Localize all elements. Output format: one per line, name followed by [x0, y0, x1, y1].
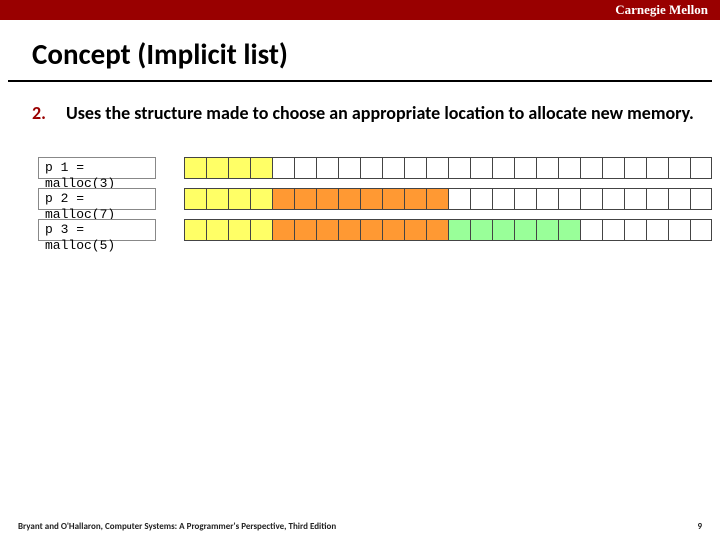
yellow-cell [206, 219, 228, 241]
yellow-cell [184, 157, 206, 179]
empty-cell [580, 219, 602, 241]
green-cell [492, 219, 514, 241]
list-number: 2. [24, 102, 66, 125]
list-item: 2. Uses the structure made to choose an … [24, 102, 696, 125]
slide-title: Concept (Implicit list) [8, 20, 712, 82]
empty-cell [536, 157, 558, 179]
orange-cell [404, 188, 426, 210]
yellow-cell [250, 188, 272, 210]
empty-cell [646, 157, 668, 179]
empty-cell [558, 188, 580, 210]
green-cell [536, 219, 558, 241]
empty-cell [294, 157, 316, 179]
empty-cell [602, 219, 624, 241]
orange-cell [316, 219, 338, 241]
yellow-cell [206, 157, 228, 179]
empty-cell [470, 188, 492, 210]
orange-cell [426, 219, 448, 241]
empty-cell [316, 157, 338, 179]
empty-cell [668, 157, 690, 179]
empty-cell [382, 157, 404, 179]
footer-credit: Bryant and O'Hallaron, Computer Systems:… [18, 521, 336, 532]
empty-cell [448, 157, 470, 179]
empty-cell [690, 157, 712, 179]
empty-cell [448, 188, 470, 210]
empty-cell [668, 188, 690, 210]
yellow-cell [184, 188, 206, 210]
empty-cell [360, 157, 382, 179]
list-text: Uses the structure made to choose an app… [66, 102, 694, 125]
cell-strip [184, 157, 712, 179]
yellow-cell [184, 219, 206, 241]
empty-cell [624, 219, 646, 241]
empty-cell [514, 157, 536, 179]
yellow-cell [228, 157, 250, 179]
malloc-label: p 2 = malloc(7) [38, 188, 156, 210]
orange-cell [360, 219, 382, 241]
empty-cell [690, 219, 712, 241]
empty-cell [624, 188, 646, 210]
malloc-diagram: p 1 = malloc(3) p 2 = malloc(7) p 3 = mall… [24, 149, 696, 241]
empty-cell [646, 188, 668, 210]
content-area: 2. Uses the structure made to choose an … [0, 82, 720, 241]
orange-cell [382, 219, 404, 241]
malloc-label: p 1 = malloc(3) [38, 157, 156, 179]
empty-cell [492, 157, 514, 179]
empty-cell [668, 219, 690, 241]
orange-cell [338, 219, 360, 241]
yellow-cell [228, 188, 250, 210]
empty-cell [602, 188, 624, 210]
empty-cell [602, 157, 624, 179]
cell-strip [184, 219, 712, 241]
empty-cell [580, 157, 602, 179]
green-cell [448, 219, 470, 241]
empty-cell [558, 157, 580, 179]
orange-cell [294, 188, 316, 210]
malloc-row: p 3 = malloc(5) [38, 219, 696, 241]
orange-cell [294, 219, 316, 241]
footer: Bryant and O'Hallaron, Computer Systems:… [0, 521, 720, 532]
yellow-cell [250, 219, 272, 241]
malloc-row: p 1 = malloc(3) [38, 157, 696, 179]
empty-cell [624, 157, 646, 179]
green-cell [558, 219, 580, 241]
empty-cell [492, 188, 514, 210]
orange-cell [338, 188, 360, 210]
yellow-cell [206, 188, 228, 210]
org-name: Carnegie Mellon [615, 2, 708, 17]
empty-cell [536, 188, 558, 210]
malloc-row: p 2 = malloc(7) [38, 188, 696, 210]
empty-cell [646, 219, 668, 241]
empty-cell [404, 157, 426, 179]
orange-cell [426, 188, 448, 210]
header-bar: Carnegie Mellon [0, 0, 720, 20]
orange-cell [272, 188, 294, 210]
orange-cell [382, 188, 404, 210]
orange-cell [316, 188, 338, 210]
orange-cell [360, 188, 382, 210]
empty-cell [580, 188, 602, 210]
yellow-cell [228, 219, 250, 241]
cell-strip [184, 188, 712, 210]
empty-cell [272, 157, 294, 179]
empty-cell [690, 188, 712, 210]
empty-cell [514, 188, 536, 210]
empty-cell [470, 157, 492, 179]
orange-cell [404, 219, 426, 241]
footer-page: 9 [697, 521, 702, 532]
green-cell [470, 219, 492, 241]
green-cell [514, 219, 536, 241]
malloc-label: p 3 = malloc(5) [38, 219, 156, 241]
yellow-cell [250, 157, 272, 179]
empty-cell [426, 157, 448, 179]
empty-cell [338, 157, 360, 179]
orange-cell [272, 219, 294, 241]
